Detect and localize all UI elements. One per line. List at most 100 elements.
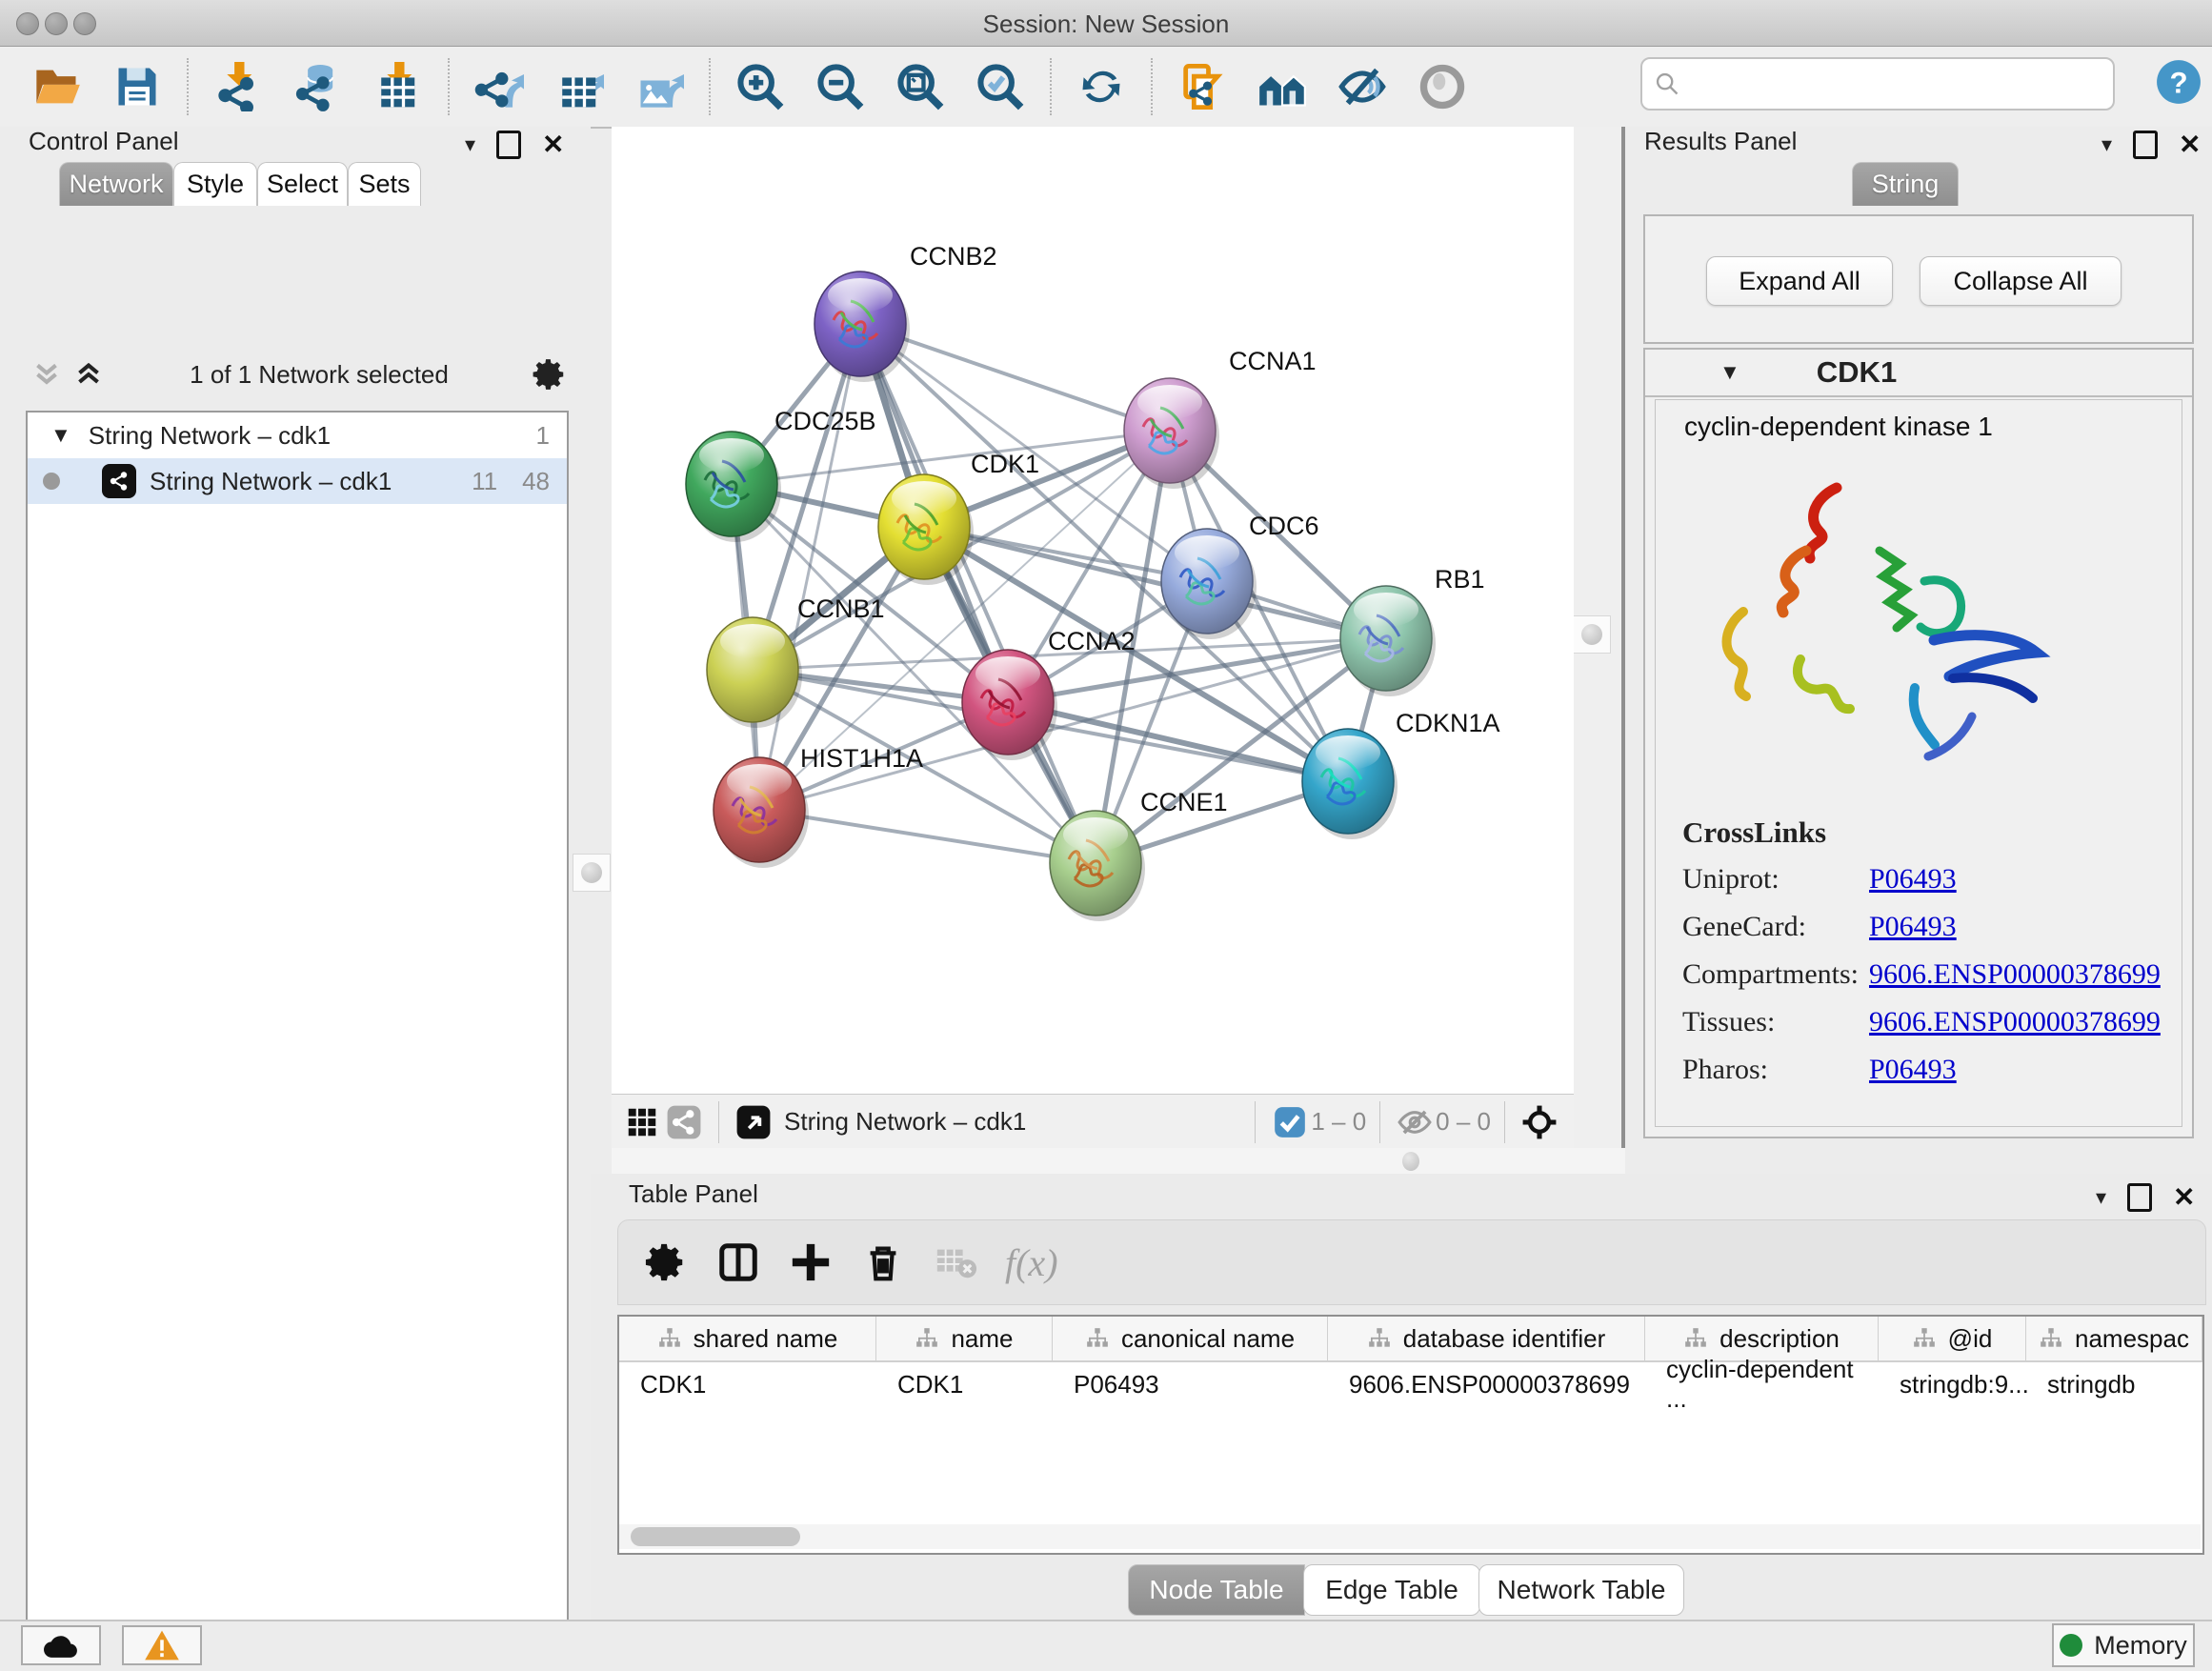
tab-node-table[interactable]: Node Table — [1128, 1564, 1305, 1616]
collapse-section-icon[interactable]: ▼ — [1719, 360, 1740, 385]
tab-sets[interactable]: Sets — [348, 162, 421, 206]
crosslink-value[interactable]: 9606.ENSP00000378699 — [1869, 958, 2161, 991]
cell[interactable]: P06493 — [1053, 1362, 1328, 1406]
column-header-database-identifier[interactable]: database identifier — [1328, 1317, 1645, 1360]
float-panel-icon[interactable] — [2133, 131, 2158, 159]
birdseye-view-icon[interactable] — [733, 1101, 774, 1143]
network-row[interactable]: String Network – cdk1 11 48 — [28, 458, 567, 504]
help-icon[interactable]: ? — [2155, 58, 2202, 106]
close-panel-icon[interactable]: ✕ — [542, 129, 564, 160]
table-row[interactable]: CDK1CDK1P064939606.ENSP00000378699cyclin… — [619, 1362, 2202, 1406]
network-list-icon[interactable] — [663, 1101, 705, 1143]
panel-menu-icon[interactable]: ▾ — [465, 132, 475, 157]
add-column-icon[interactable] — [786, 1238, 835, 1287]
column-header-name[interactable]: name — [876, 1317, 1053, 1360]
fit-selected-icon[interactable] — [1518, 1101, 1560, 1143]
import-database-icon[interactable] — [292, 60, 345, 113]
collapse-all-tree-icon[interactable] — [26, 353, 68, 395]
home-icon[interactable] — [1256, 60, 1309, 113]
tab-style[interactable]: Style — [173, 162, 257, 206]
panel-menu-icon[interactable]: ▾ — [2096, 1185, 2106, 1210]
close-panel-icon[interactable]: ✕ — [2173, 1181, 2195, 1213]
tab-select[interactable]: Select — [257, 162, 348, 206]
results-panel-title: Results Panel — [1644, 127, 1797, 156]
crosslink-value[interactable]: P06493 — [1869, 911, 1957, 943]
memory-button[interactable]: Memory — [2052, 1623, 2195, 1667]
expand-all-tree-icon[interactable] — [68, 353, 110, 395]
float-panel-icon[interactable] — [496, 131, 521, 159]
node-CCNA1[interactable]: CCNA1 — [1124, 347, 1317, 489]
save-icon[interactable] — [111, 60, 164, 113]
zoom-selected-icon[interactable] — [974, 60, 1027, 113]
gene-section-header[interactable]: ▼ CDK1 — [1645, 350, 2192, 397]
gear-icon[interactable] — [641, 1238, 691, 1287]
tab-edge-table[interactable]: Edge Table — [1303, 1564, 1480, 1616]
column-header-canonical-name[interactable]: canonical name — [1053, 1317, 1328, 1360]
table-hscrollbar[interactable] — [619, 1524, 2201, 1549]
column-header--id[interactable]: @id — [1879, 1317, 2026, 1360]
control-panel-title: Control Panel — [29, 127, 179, 156]
cloud-status-button[interactable] — [21, 1625, 101, 1665]
collection-expand-icon[interactable]: ▼ — [50, 423, 71, 448]
gene-name: CDK1 — [1817, 355, 1897, 390]
show-columns-icon[interactable] — [714, 1238, 763, 1287]
node-CCNB1[interactable]: CCNB1 — [707, 594, 885, 728]
node-HIST1H1A[interactable]: HIST1H1A — [714, 744, 923, 868]
panel-menu-icon[interactable]: ▾ — [2101, 132, 2112, 157]
network-collection-row[interactable]: ▼ String Network – cdk1 1 — [28, 413, 567, 458]
title-bar: Session: New Session — [0, 0, 2212, 47]
expand-all-button[interactable]: Expand All — [1706, 256, 1893, 306]
crosslink-value[interactable]: 9606.ENSP00000378699 — [1869, 1006, 2161, 1038]
zoom-fit-icon[interactable] — [894, 60, 947, 113]
right-splitter-handle[interactable] — [1573, 615, 1611, 654]
grid-view-icon[interactable] — [621, 1101, 663, 1143]
gear-icon[interactable] — [529, 353, 571, 395]
network-canvas[interactable]: CCNB2 CCNA1 CDC25B CDK1 CDC6 RB1 CCNB1 C… — [612, 127, 1574, 1094]
import-table-icon[interactable] — [372, 60, 425, 113]
hide-eye-icon[interactable] — [1336, 60, 1389, 113]
crosslink-value[interactable]: P06493 — [1869, 863, 1957, 896]
node-CDKN1A[interactable]: CDKN1A — [1302, 709, 1500, 839]
clone-network-icon[interactable] — [1176, 60, 1229, 113]
node-count: 11 — [472, 467, 497, 496]
zoom-in-icon[interactable] — [734, 60, 787, 113]
cell[interactable]: CDK1 — [876, 1362, 1053, 1406]
edge-CCNA2-CDKN1A[interactable] — [1008, 702, 1348, 781]
float-panel-icon[interactable] — [2127, 1183, 2152, 1212]
delete-column-icon[interactable] — [858, 1238, 908, 1287]
export-table-icon[interactable] — [553, 60, 606, 113]
cell[interactable]: CDK1 — [619, 1362, 876, 1406]
refresh-icon[interactable] — [1075, 60, 1128, 113]
tab-network[interactable]: Network — [59, 162, 173, 206]
node-RB1[interactable]: RB1 — [1340, 565, 1485, 696]
collapse-all-button[interactable]: Collapse All — [1920, 256, 2122, 306]
search-box[interactable] — [1640, 57, 2115, 111]
search-input[interactable] — [1688, 70, 2113, 98]
export-image-icon[interactable] — [633, 60, 686, 113]
cell[interactable]: cyclin-dependent ... — [1645, 1362, 1879, 1406]
column-header-namespac[interactable]: namespac — [2026, 1317, 2202, 1360]
node-table[interactable]: shared namenamecanonical namedatabase id… — [617, 1315, 2204, 1555]
column-header-shared-name[interactable]: shared name — [619, 1317, 876, 1360]
tab-network-table[interactable]: Network Table — [1478, 1564, 1684, 1616]
crosslink-value[interactable]: P06493 — [1869, 1054, 1957, 1086]
import-network-icon[interactable] — [211, 60, 265, 113]
cell[interactable]: stringdb:9... — [1879, 1362, 2026, 1406]
cell[interactable]: stringdb — [2026, 1362, 2202, 1406]
open-folder-icon[interactable] — [30, 60, 84, 113]
cell[interactable]: 9606.ENSP00000378699 — [1328, 1362, 1645, 1406]
show-eye-icon[interactable] — [1416, 60, 1469, 113]
node-label-CDK1: CDK1 — [971, 450, 1039, 478]
warning-status-button[interactable] — [122, 1625, 202, 1665]
export-network-icon[interactable] — [473, 60, 526, 113]
node-CDC6[interactable]: CDC6 — [1161, 512, 1319, 639]
node-CCNE1[interactable]: CCNE1 — [1050, 788, 1228, 921]
edge-CCNB2-CCNE1[interactable] — [860, 324, 1096, 863]
left-splitter-handle[interactable] — [573, 854, 611, 892]
zoom-out-icon[interactable] — [814, 60, 867, 113]
crosslink-label: Tissues: — [1682, 1006, 1869, 1038]
results-panel: Results Panel ▾ ✕ String Expand All Coll… — [1625, 127, 2212, 1174]
selected-checkbox-icon[interactable] — [1269, 1101, 1311, 1143]
close-panel-icon[interactable]: ✕ — [2179, 129, 2201, 160]
tab-string[interactable]: String — [1852, 162, 1959, 206]
